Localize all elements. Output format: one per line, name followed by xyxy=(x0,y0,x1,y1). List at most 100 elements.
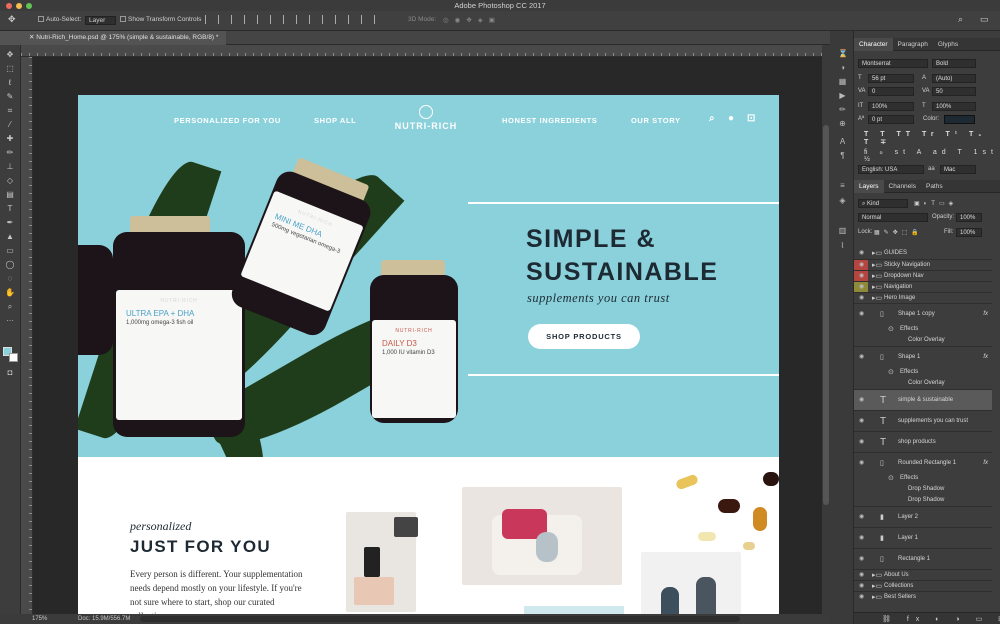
layer-footer-icons[interactable]: ⛓ fx ◐ ◑ ▭ ⊞ 🗑 xyxy=(882,615,1000,623)
quick-select-tool-icon[interactable]: ✎ xyxy=(4,91,16,102)
auto-select-checkbox[interactable]: Auto-Select: xyxy=(38,16,81,23)
gradient-tool-icon[interactable]: ▤ xyxy=(4,189,16,200)
layer-row[interactable]: ◉ ▯ Rectangle 1 xyxy=(854,548,992,569)
tab-layers[interactable]: Layers xyxy=(854,180,884,193)
canvas-area[interactable]: NUTRI-RICH ULTRA EPA + DHA 1,000mg omega… xyxy=(33,57,822,614)
vertical-ruler[interactable] xyxy=(21,57,33,614)
layer-row[interactable]: ◉ ▸▭ Best Sellers xyxy=(854,591,992,602)
visibility-eye-icon[interactable]: ◉ xyxy=(859,432,867,453)
visibility-eye-icon[interactable]: ◉ xyxy=(859,411,867,432)
layer-effect-row[interactable]: Drop Shadow xyxy=(854,484,992,495)
eyedropper-tool-icon[interactable]: ⁄ xyxy=(4,119,16,130)
tab-paragraph[interactable]: Paragraph xyxy=(893,38,933,51)
language-select[interactable]: English: USA xyxy=(858,165,924,174)
layer-row[interactable]: ◉ ▮ Layer 2 xyxy=(854,506,992,527)
crop-tool-icon[interactable]: ⌗ xyxy=(4,105,16,116)
horizontal-ruler[interactable] xyxy=(21,45,830,57)
history-icon[interactable]: ⌛ xyxy=(838,49,848,58)
layer-effect-row[interactable]: ⊙ Effects xyxy=(854,473,992,484)
layer-effect-row[interactable]: Color Overlay xyxy=(854,378,992,389)
layer-row[interactable]: ◉ ▸▭ Collections xyxy=(854,580,992,591)
font-style-select[interactable]: Bold xyxy=(932,59,976,68)
visibility-eye-icon[interactable]: ◉ xyxy=(859,507,867,528)
text-style-buttons[interactable]: T T TT Tr T¹ T₁ T ∓ xyxy=(864,131,1000,146)
paths-icon[interactable]: ⌇ xyxy=(838,241,847,250)
visibility-eye-icon[interactable]: ◉ xyxy=(859,528,867,549)
zoom-tool-icon[interactable]: ⌕ xyxy=(4,301,16,312)
healing-brush-icon[interactable]: ✚ xyxy=(4,133,16,144)
layer-fx-icon[interactable]: fx xyxy=(983,304,988,325)
layer-effect-row[interactable]: ⊙ Effects xyxy=(854,324,992,335)
paragraph-panel-icon[interactable]: ¶ xyxy=(838,151,847,160)
lasso-tool-icon[interactable]: ℓ xyxy=(4,77,16,88)
opacity-field[interactable]: 100% xyxy=(956,213,982,222)
clone-source-icon[interactable]: ⊕ xyxy=(838,119,847,128)
layer-row[interactable]: ◉ Tsupplements you can trust xyxy=(854,410,992,431)
baseline-field[interactable]: 0 pt xyxy=(868,115,914,124)
shop-products-button[interactable]: SHOP PRODUCTS xyxy=(528,324,640,349)
nav-link-shop-all[interactable]: SHOP ALL xyxy=(314,116,356,125)
layer-row[interactable]: ◉ ▯ Shape 1 fx xyxy=(854,346,992,367)
move-tool-icon[interactable]: ✥ xyxy=(8,14,16,25)
layer-row[interactable]: ◉ ▸▭ Hero Image xyxy=(854,292,992,303)
visibility-eye-icon[interactable]: ◉ xyxy=(859,304,867,325)
layer-row[interactable]: ◉ ▸▭ About Us xyxy=(854,569,992,580)
nav-link-honest-ingredients[interactable]: HONEST INGREDIENTS xyxy=(502,116,597,125)
layer-effect-row[interactable]: ⊙ Effects xyxy=(854,367,992,378)
blend-mode-select[interactable]: Normal xyxy=(858,213,928,222)
ellipse-tool-icon[interactable]: ◯ xyxy=(4,259,16,270)
font-size-field[interactable]: 56 pt xyxy=(868,74,914,83)
hand-tool-icon[interactable]: ✋ xyxy=(4,287,16,298)
document-artboard[interactable]: NUTRI-RICH ULTRA EPA + DHA 1,000mg omega… xyxy=(78,95,779,614)
layer-row[interactable]: ◉ ▸▭ Sticky Navigation xyxy=(854,259,992,271)
search-icon[interactable]: ⌕ xyxy=(958,14,963,25)
horizontal-scale-field[interactable]: 100% xyxy=(932,102,976,111)
layer-fx-icon[interactable]: fx xyxy=(983,347,988,368)
vertical-scale-field[interactable]: 100% xyxy=(868,102,914,111)
visibility-eye-icon[interactable]: ◉ xyxy=(859,347,867,368)
rectangle-tool-icon[interactable]: ▭ xyxy=(4,245,16,256)
more-tools-icon[interactable]: ··· xyxy=(4,315,16,326)
layer-row[interactable]: ◉ ▸▭ GUIDES xyxy=(854,248,992,259)
document-tab[interactable]: ✕ Nutri-Rich_Home.psd @ 175% (simple & s… xyxy=(21,31,227,45)
layer-effect-row[interactable]: Drop Shadow xyxy=(854,495,992,506)
layer-row[interactable]: ◉ ▯ Shape 1 copy fx xyxy=(854,303,992,324)
horizontal-scrollbar[interactable] xyxy=(140,616,740,622)
visibility-eye-icon[interactable]: ◉ xyxy=(859,549,867,570)
show-transform-checkbox[interactable]: Show Transform Controls xyxy=(120,16,201,23)
zoom-window-icon[interactable] xyxy=(26,3,32,9)
antialias-select[interactable]: Mac xyxy=(940,165,976,174)
kerning-field[interactable]: 0 xyxy=(868,87,914,96)
quick-mask-icon[interactable]: ◘ xyxy=(4,367,16,378)
stamp-tool-icon[interactable]: ⊥ xyxy=(4,161,16,172)
layer-row[interactable]: ◉ Tshop products xyxy=(854,431,992,452)
nav-link-our-story[interactable]: OUR STORY xyxy=(631,116,681,125)
visibility-eye-icon[interactable]: ◉ xyxy=(859,453,867,474)
path-select-tool-icon[interactable]: ▲ xyxy=(4,231,16,242)
character-panel-icon[interactable]: A xyxy=(838,137,847,146)
opentype-buttons[interactable]: ﬁ ℴ st A ad T 1st ½ xyxy=(864,148,1000,163)
brush-settings-icon[interactable]: ✏ xyxy=(838,105,847,114)
layer-row[interactable]: ◉ ▸▭ Navigation xyxy=(854,281,992,293)
layer-filter-icons[interactable]: ▣◐T▭◈ xyxy=(914,200,957,207)
tab-channels[interactable]: Channels xyxy=(884,180,921,193)
tracking-field[interactable]: 50 xyxy=(932,87,976,96)
lock-icons[interactable]: ▦✎✥⬚🔒 xyxy=(874,229,923,236)
layer-effect-row[interactable]: Color Overlay xyxy=(854,335,992,346)
pen-tool-icon[interactable]: ✒ xyxy=(4,217,16,228)
adjustments-icon[interactable]: ◑ xyxy=(838,63,847,72)
fill-field[interactable]: 100% xyxy=(956,228,982,237)
properties-icon[interactable]: ≡ xyxy=(838,181,847,190)
tab-character[interactable]: Character xyxy=(854,38,893,51)
layer-row[interactable]: ◉ Tsimple & sustainable xyxy=(854,389,992,410)
tab-glyphs[interactable]: Glyphs xyxy=(933,38,963,51)
swatches-icon[interactable]: ▦ xyxy=(838,77,847,86)
account-icon[interactable]: ● xyxy=(728,113,735,124)
background-color-swatch[interactable] xyxy=(9,353,18,362)
canvas-scrollbar[interactable] xyxy=(822,45,830,614)
leading-field[interactable]: (Auto) xyxy=(932,74,976,83)
layers-icon[interactable]: ◈ xyxy=(838,196,847,205)
workspace-icon[interactable]: ▭ xyxy=(980,14,989,25)
text-color-swatch[interactable] xyxy=(944,115,975,124)
type-tool-icon[interactable]: T xyxy=(4,203,16,214)
